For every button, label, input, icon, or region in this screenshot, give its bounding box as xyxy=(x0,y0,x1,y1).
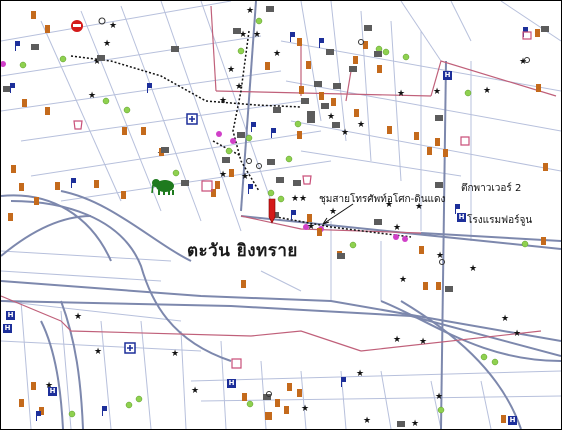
svg-text:★: ★ xyxy=(219,96,227,106)
svg-text:★: ★ xyxy=(103,39,111,49)
svg-text:★: ★ xyxy=(483,86,491,96)
svg-text:★: ★ xyxy=(393,223,401,233)
svg-text:★: ★ xyxy=(501,314,509,324)
svg-text:★: ★ xyxy=(191,386,199,396)
svg-text:★: ★ xyxy=(419,337,427,347)
hotel-h-icon: H xyxy=(227,379,236,388)
svg-text:★: ★ xyxy=(273,49,281,59)
svg-text:★: ★ xyxy=(433,87,441,97)
svg-text:★: ★ xyxy=(435,392,443,402)
restaurant-icon xyxy=(71,20,83,32)
hotel-h-icon: H xyxy=(508,416,517,425)
svg-text:★: ★ xyxy=(109,21,117,31)
area-label: ตะวัน ยิงทราย xyxy=(187,241,298,261)
pink-markers xyxy=(1,61,408,242)
hotel-h-icon: H xyxy=(443,71,452,80)
svg-text:★: ★ xyxy=(399,275,407,285)
svg-text:★: ★ xyxy=(171,349,179,359)
svg-text:★: ★ xyxy=(469,264,477,274)
callout-label: ชุมสายโทรศัพท์อโศก-ดินแดง xyxy=(319,194,446,205)
svg-text:★: ★ xyxy=(356,369,364,379)
svg-text:★: ★ xyxy=(327,112,335,122)
svg-text:★: ★ xyxy=(411,419,419,429)
callout-arrow xyxy=(322,203,354,225)
hotel-h-icon: H xyxy=(48,387,57,396)
star-markers: ★★★ ★★★ ★★★ ★★ ★ ★★ ★ ★ ★ ★ ★★ ★ ★★ ★ ★★ ★ ★★ ★ … xyxy=(45,6,527,429)
svg-text:★: ★ xyxy=(341,128,349,138)
svg-text:★: ★ xyxy=(363,416,371,426)
svg-text:★: ★ xyxy=(299,194,307,204)
hotel-h-icon: H xyxy=(457,213,466,222)
svg-text:★: ★ xyxy=(393,335,401,345)
svg-text:★: ★ xyxy=(307,222,315,232)
svg-text:★: ★ xyxy=(74,312,82,322)
svg-text:★: ★ xyxy=(246,6,254,16)
svg-text:★: ★ xyxy=(301,404,309,414)
svg-text:★: ★ xyxy=(241,172,249,182)
svg-text:★: ★ xyxy=(235,82,243,92)
svg-text:★: ★ xyxy=(397,89,405,99)
hotel-h-icon: H xyxy=(6,311,15,320)
pin-icon xyxy=(268,198,276,224)
hotel-h-icon: H xyxy=(3,324,12,333)
svg-text:★: ★ xyxy=(253,30,261,40)
hotel-label: โรงแรมฟอร์จูน xyxy=(467,215,533,226)
svg-text:★: ★ xyxy=(88,91,96,101)
svg-text:★: ★ xyxy=(219,170,227,180)
svg-text:★: ★ xyxy=(513,329,521,339)
svg-text:★: ★ xyxy=(94,347,102,357)
svg-text:★: ★ xyxy=(227,65,235,75)
svg-text:★: ★ xyxy=(357,120,365,130)
svg-text:★: ★ xyxy=(291,194,299,204)
map-viewport[interactable]: ★ ★ ★ ★ ★ ★ ★ ★ ★ ★ ★ ★ ★ ★ ★ ★ ★ ★ ★ ★ ★ ★ ★ ★ ★ ★ ★ ★ ★ ★ … xyxy=(0,0,562,430)
tower-label: ตึกพาวเวอร์ 2 xyxy=(461,183,522,194)
flag-markers xyxy=(10,27,528,421)
